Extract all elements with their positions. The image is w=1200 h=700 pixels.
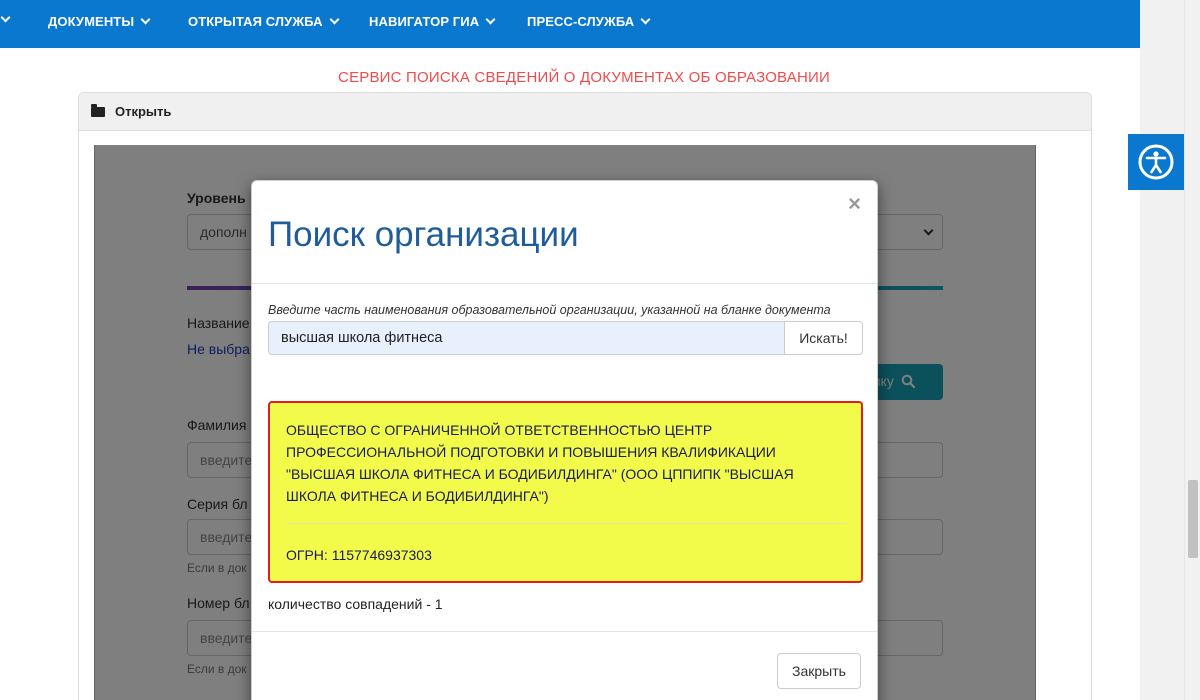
accessibility-icon: [1138, 144, 1174, 180]
result-organization-name: ОБЩЕСТВО С ОГРАНИЧЕННОЙ ОТВЕТСТВЕННОСТЬЮ…: [286, 422, 794, 504]
chevron-down-icon: [485, 14, 496, 25]
chevron-down-icon: [640, 14, 651, 25]
nav-item-label: ДОКУМЕНТЫ: [48, 14, 135, 29]
chevron-down-icon: [329, 14, 340, 25]
modal-title: Поиск организации: [268, 215, 579, 254]
nav-item-label: ОТКРЫТАЯ СЛУЖБА: [188, 14, 323, 29]
chevron-down-icon: [140, 14, 151, 25]
modal-footer-divider: [252, 631, 877, 632]
chevron-down-icon[interactable]: [0, 12, 11, 23]
organization-search-input[interactable]: [268, 321, 785, 355]
search-button[interactable]: Искать!: [784, 321, 863, 355]
close-button[interactable]: Закрыть: [777, 653, 861, 689]
scrollbar-thumb[interactable]: [1188, 480, 1198, 558]
nav-item-press-service[interactable]: ПРЕСС-СЛУЖБА: [527, 14, 651, 29]
scrollbar[interactable]: [1184, 0, 1200, 700]
match-count: количество совпадений - 1: [268, 596, 443, 612]
nav-item-label: НАВИГАТОР ГИА: [369, 14, 480, 29]
panel-header[interactable]: Открыть: [79, 93, 1091, 131]
result-divider: [286, 523, 846, 524]
right-gutter: [1140, 0, 1184, 700]
search-group: Искать!: [268, 321, 863, 355]
organization-search-modal: × Поиск организации Введите часть наимен…: [251, 180, 878, 700]
nav-item-open-service[interactable]: ОТКРЫТАЯ СЛУЖБА: [188, 14, 340, 29]
search-result-item[interactable]: ОБЩЕСТВО С ОГРАНИЧЕННОЙ ОТВЕТСТВЕННОСТЬЮ…: [268, 401, 863, 583]
panel-header-label: Открыть: [115, 104, 172, 119]
top-navigation: ДОКУМЕНТЫ ОТКРЫТАЯ СЛУЖБА НАВИГАТОР ГИА …: [0, 0, 1140, 48]
folder-open-icon: [91, 103, 105, 117]
page-title: СЕРВИС ПОИСКА СВЕДЕНИЙ О ДОКУМЕНТАХ ОБ О…: [338, 69, 830, 86]
close-icon[interactable]: ×: [848, 193, 861, 215]
nav-item-gia-navigator[interactable]: НАВИГАТОР ГИА: [369, 14, 496, 29]
modal-divider: [252, 283, 877, 284]
search-hint: Введите часть наименования образовательн…: [268, 303, 831, 317]
nav-item-documents[interactable]: ДОКУМЕНТЫ: [48, 14, 151, 29]
nav-item-label: ПРЕСС-СЛУЖБА: [527, 14, 635, 29]
accessibility-button[interactable]: [1128, 134, 1184, 190]
result-ogrn: ОГРН: 1157746937303: [286, 547, 432, 563]
